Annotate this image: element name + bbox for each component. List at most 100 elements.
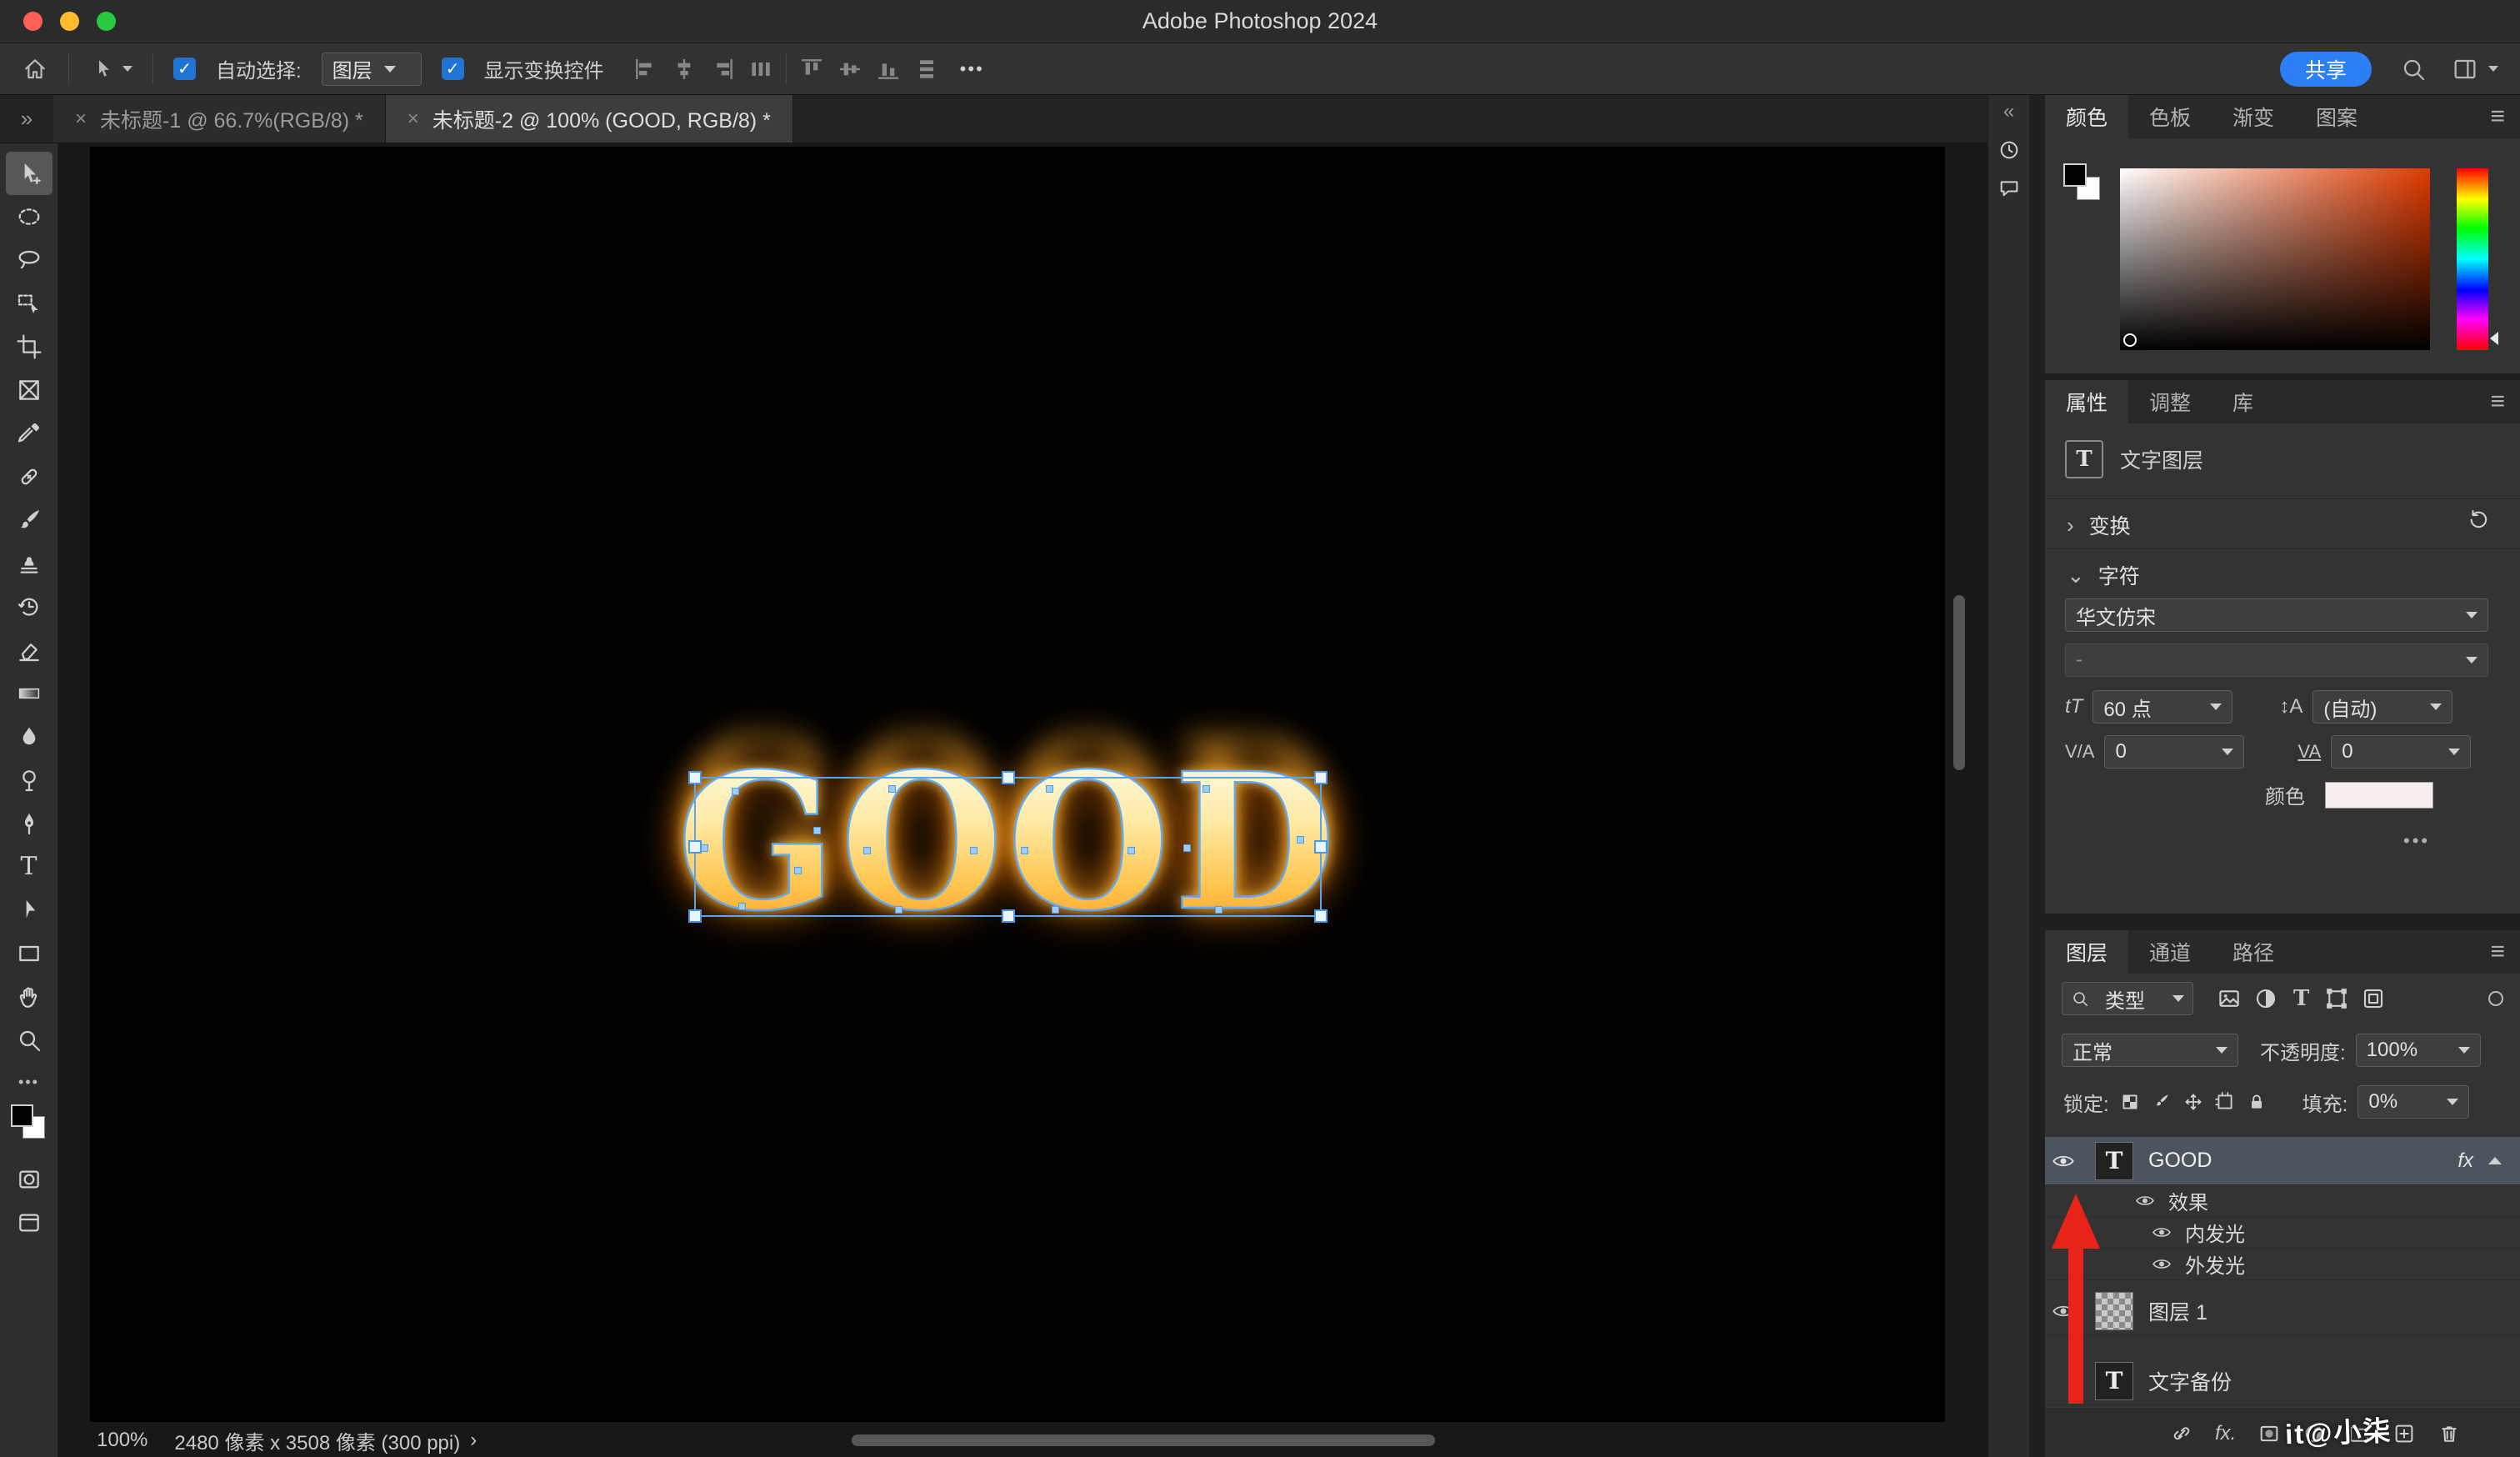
font-family-dropdown[interactable]: 华文仿宋 xyxy=(2065,598,2488,632)
align-center-vertical-icon[interactable] xyxy=(837,56,863,83)
chevron-down-icon[interactable] xyxy=(2488,66,2498,72)
search-icon[interactable] xyxy=(2400,56,2427,83)
tool-crop[interactable] xyxy=(6,325,52,368)
filter-shape-layers-icon[interactable] xyxy=(2324,986,2349,1011)
lock-artboard-icon[interactable] xyxy=(2214,1091,2236,1113)
transform-handle[interactable] xyxy=(688,771,702,784)
tool-lasso[interactable] xyxy=(6,238,52,282)
tool-frame[interactable] xyxy=(6,368,52,412)
tool-object-selection[interactable] xyxy=(6,282,52,325)
lock-pixels-icon[interactable] xyxy=(2151,1091,2172,1113)
horizontal-scrollbar[interactable] xyxy=(852,1434,1435,1446)
filter-type-layers-icon[interactable]: T xyxy=(2290,986,2312,1011)
layer-row-layer1[interactable]: 图层 1 xyxy=(2045,1287,2520,1335)
home-icon[interactable] xyxy=(22,56,48,83)
transform-handle[interactable] xyxy=(1314,840,1328,854)
eye-icon[interactable] xyxy=(2152,1257,2172,1271)
anchor-point[interactable] xyxy=(1021,847,1028,854)
color-field[interactable] xyxy=(2120,168,2430,350)
close-icon[interactable]: × xyxy=(408,108,419,131)
tool-preset-move[interactable] xyxy=(89,56,132,83)
edit-toolbar-button[interactable]: ••• xyxy=(18,1074,39,1091)
document-canvas[interactable]: GOOD GOOD GOOD GOOD GOOD xyxy=(90,147,1945,1422)
zoom-level[interactable]: 100% xyxy=(97,1429,148,1452)
text-color-swatch[interactable] xyxy=(2325,782,2433,809)
anchor-point[interactable] xyxy=(1215,906,1222,914)
foreground-background-colors[interactable] xyxy=(9,1103,49,1144)
filter-toggle[interactable] xyxy=(2488,991,2503,1006)
tab-adjustments[interactable]: 调整 xyxy=(2128,380,2212,423)
tab-libraries[interactable]: 库 xyxy=(2212,380,2274,423)
layer-row-good[interactable]: T GOOD fx xyxy=(2045,1137,2520,1185)
comments-panel-icon[interactable] xyxy=(1998,177,2021,200)
align-top-icon[interactable] xyxy=(798,56,825,83)
transform-handle[interactable] xyxy=(1002,909,1015,923)
tracking-dropdown[interactable]: 0 xyxy=(2331,735,2471,769)
layer-name[interactable]: 图层 1 xyxy=(2148,1296,2208,1326)
tab-gradients[interactable]: 渐变 xyxy=(2212,95,2295,138)
transform-bounding-box[interactable] xyxy=(694,777,1322,917)
panel-menu-icon[interactable]: ≡ xyxy=(2490,930,2520,974)
tool-rectangle[interactable] xyxy=(6,932,52,975)
tool-spot-healing[interactable] xyxy=(6,455,52,498)
tab-overflow-icon[interactable]: » xyxy=(0,95,53,143)
tool-eraser[interactable] xyxy=(6,628,52,672)
tab-swatches[interactable]: 色板 xyxy=(2128,95,2212,138)
collapse-chevron-icon[interactable]: ⌄ xyxy=(2067,563,2085,588)
align-bottom-icon[interactable] xyxy=(875,56,902,83)
new-layer-icon[interactable] xyxy=(2392,1422,2416,1445)
anchor-point[interactable] xyxy=(863,847,871,854)
tool-eyedropper[interactable] xyxy=(6,412,52,455)
tool-history-brush[interactable] xyxy=(6,585,52,628)
anchor-point[interactable] xyxy=(794,867,802,874)
layer-row-text-backup[interactable]: T 文字备份 xyxy=(2045,1357,2520,1405)
layer-thumbnail-text[interactable]: T xyxy=(2095,1142,2133,1180)
close-icon[interactable]: × xyxy=(75,108,87,131)
workspace-icon[interactable] xyxy=(2452,56,2478,83)
lock-transparency-icon[interactable] xyxy=(2119,1091,2141,1113)
filter-smart-objects-icon[interactable] xyxy=(2361,986,2386,1011)
visibility-toggle[interactable] xyxy=(2045,1153,2082,1169)
layer-thumbnail-text[interactable]: T xyxy=(2095,1362,2133,1400)
anchor-point[interactable] xyxy=(738,903,746,910)
delete-layer-icon[interactable] xyxy=(2438,1422,2461,1445)
layer-name[interactable]: 文字备份 xyxy=(2148,1366,2232,1396)
tab-properties[interactable]: 属性 xyxy=(2045,380,2128,423)
align-center-horizontal-icon[interactable] xyxy=(671,56,698,83)
tab-color[interactable]: 颜色 xyxy=(2045,95,2128,138)
distribute-vertical-icon[interactable] xyxy=(913,56,940,83)
transform-handle[interactable] xyxy=(688,909,702,923)
font-size-dropdown[interactable]: 60 点 xyxy=(2092,690,2232,723)
screen-mode-button[interactable] xyxy=(6,1201,52,1244)
anchor-point[interactable] xyxy=(1052,906,1059,914)
anchor-point[interactable] xyxy=(1046,785,1053,793)
tool-brush[interactable] xyxy=(6,498,52,542)
anchor-point[interactable] xyxy=(1202,785,1210,793)
share-button[interactable]: 共享 xyxy=(2280,52,2372,87)
transform-handle[interactable] xyxy=(1314,771,1328,784)
document-tab-1[interactable]: × 未标题-1 @ 66.7%(RGB/8) * xyxy=(53,95,386,143)
auto-select-checkbox[interactable]: ✓ xyxy=(173,58,196,80)
anchor-point[interactable] xyxy=(1128,847,1135,854)
quick-mask-button[interactable] xyxy=(6,1158,52,1201)
close-window-button[interactable] xyxy=(23,12,42,31)
effect-inner-glow-row[interactable]: 内发光 xyxy=(2045,1217,2520,1249)
anchor-point[interactable] xyxy=(1297,836,1304,844)
transform-handle[interactable] xyxy=(1314,909,1328,923)
layer-style-icon[interactable]: fx. xyxy=(2215,1422,2236,1445)
tool-clone-stamp[interactable] xyxy=(6,542,52,585)
link-layers-icon[interactable] xyxy=(2170,1422,2193,1445)
tab-patterns[interactable]: 图案 xyxy=(2295,95,2378,138)
anchor-point[interactable] xyxy=(813,827,821,834)
layer-name[interactable]: GOOD xyxy=(2148,1149,2212,1173)
hue-slider-marker[interactable] xyxy=(2490,332,2498,345)
anchor-point[interactable] xyxy=(1183,844,1191,852)
collapse-effects-icon[interactable] xyxy=(2488,1157,2502,1164)
anchor-point[interactable] xyxy=(888,785,896,793)
tool-dodge[interactable] xyxy=(6,759,52,802)
tool-pen[interactable] xyxy=(6,802,52,845)
document-tab-2[interactable]: × 未标题-2 @ 100% (GOOD, RGB/8) * xyxy=(386,95,793,143)
filter-pixel-layers-icon[interactable] xyxy=(2217,986,2242,1011)
distribute-horizontal-icon[interactable] xyxy=(748,56,774,83)
align-right-icon[interactable] xyxy=(709,56,736,83)
